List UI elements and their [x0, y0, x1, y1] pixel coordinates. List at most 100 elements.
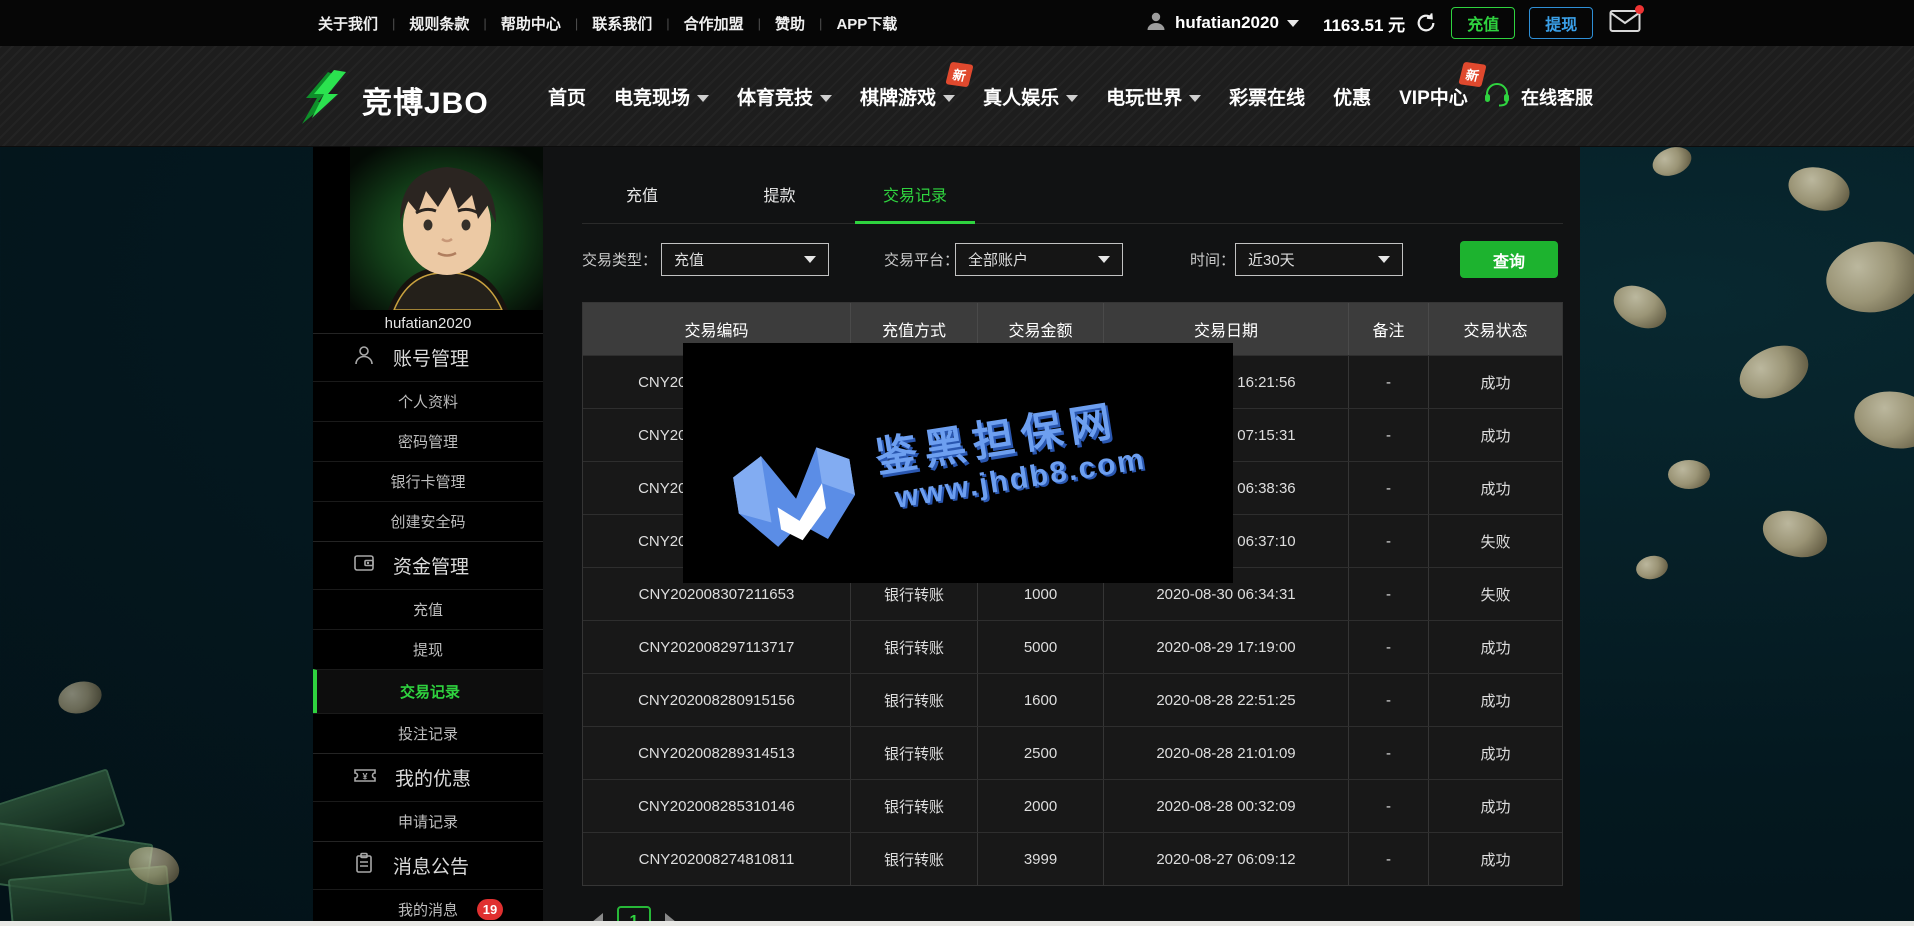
nav-item-0[interactable]: 首页 [548, 83, 586, 110]
sidebar: hufatian2020 账号管理 个人资料 密码管理 银行卡管理 创建安全码 … [313, 147, 543, 926]
tab-bar: 充值提款交易记录 [582, 177, 1563, 224]
table-cell: - [1349, 833, 1429, 885]
topbar-link-1[interactable]: 规则条款 [409, 13, 469, 34]
coin-decor [1606, 277, 1673, 337]
chevron-down-icon [1189, 95, 1201, 102]
user-icon [1145, 10, 1167, 37]
topbar-link-0[interactable]: 关于我们 [318, 13, 378, 34]
table-cell: 1600 [978, 674, 1104, 726]
sidebar-item[interactable]: 银行卡管理 [313, 461, 543, 501]
clipboard-icon [353, 858, 375, 879]
table-cell: - [1349, 674, 1429, 726]
sidebar-section-header[interactable]: 账号管理 [313, 333, 543, 381]
sidebar-section-header[interactable]: 消息公告 [313, 841, 543, 889]
nav-item-1[interactable]: 电竞现场 [614, 83, 709, 110]
username: hufatian2020 [1175, 13, 1279, 33]
sidebar-item[interactable]: 密码管理 [313, 421, 543, 461]
online-service[interactable]: 在线客服 [1483, 46, 1593, 147]
nav-item-3[interactable]: 新 棋牌游戏 [860, 83, 955, 110]
sidebar-item[interactable]: 创建安全码 [313, 501, 543, 541]
table-cell: 成功 [1429, 356, 1562, 408]
nav-item-4[interactable]: 真人娱乐 [983, 83, 1078, 110]
column-header: 交易状态 [1429, 303, 1562, 355]
message-count-badge: 19 [477, 899, 503, 920]
table-row: CNY202008297113717银行转账50002020-08-29 17:… [583, 620, 1562, 673]
bottom-strip [0, 921, 1914, 926]
balance: 1163.51 元 [1323, 11, 1405, 36]
table-cell: 银行转账 [851, 674, 978, 726]
brand-text: 竞博JBO [362, 78, 489, 122]
sidebar-item[interactable]: 交易记录 [313, 669, 543, 713]
table-cell: - [1349, 356, 1429, 408]
table-cell: - [1349, 462, 1429, 514]
nav-item-5[interactable]: 电玩世界 [1106, 83, 1201, 110]
tab-2[interactable]: 交易记录 [855, 177, 975, 224]
table-cell: CNY202008280915156 [583, 674, 851, 726]
platform-select[interactable]: 全部账户 [955, 243, 1123, 276]
table-cell: 成功 [1429, 409, 1562, 461]
filter-bar: 交易类型： 充值 交易平台： 全部账户 时间： 近30天 查询 [582, 224, 1563, 294]
table-cell: 2500 [978, 727, 1104, 779]
table-cell: CNY202008297113717 [583, 621, 851, 673]
separator: | [819, 16, 822, 31]
table-cell: CNY202008285310146 [583, 780, 851, 832]
nav-item-8[interactable]: 新 VIP中心 [1399, 83, 1468, 110]
mail-icon[interactable] [1609, 9, 1641, 38]
type-select[interactable]: 充值 [661, 243, 829, 276]
jbo-logo-icon [300, 68, 352, 131]
withdraw-button[interactable]: 提现 [1529, 7, 1593, 39]
topbar-link-2[interactable]: 帮助中心 [501, 13, 561, 34]
nav-item-2[interactable]: 体育竞技 [737, 83, 832, 110]
table-cell: - [1349, 409, 1429, 461]
avatar [350, 147, 543, 310]
topbar-link-3[interactable]: 联系我们 [592, 13, 652, 34]
nav-menu: 首页 电竞现场 体育竞技 新 棋牌游戏 真人娱乐 电玩世界 彩票在线 优惠 新 … [548, 46, 1468, 147]
ticket-icon: ¥ [353, 770, 377, 791]
coin-decor [55, 677, 106, 718]
topbar-link-4[interactable]: 合作加盟 [684, 13, 744, 34]
table-cell: 2020-08-28 00:32:09 [1104, 780, 1349, 832]
separator: | [483, 16, 486, 31]
user-menu[interactable]: hufatian2020 [1145, 10, 1299, 37]
sidebar-item[interactable]: 充值 [313, 589, 543, 629]
sidebar-section-header[interactable]: ¥ 我的优惠 [313, 753, 543, 801]
table-cell: - [1349, 621, 1429, 673]
search-button[interactable]: 查询 [1460, 241, 1558, 278]
nav-item-6[interactable]: 彩票在线 [1229, 83, 1305, 110]
table-cell: 2000 [978, 780, 1104, 832]
topbar: 关于我们|规则条款|帮助中心|联系我们|合作加盟|赞助|APP下载 hufati… [0, 0, 1914, 46]
chevron-down-icon [943, 95, 955, 102]
watermark-logo-icon [714, 408, 875, 573]
table-cell: 银行转账 [851, 727, 978, 779]
coin-decor [1649, 142, 1696, 181]
brand-logo[interactable]: 竞博JBO [300, 68, 489, 131]
chevron-down-icon [820, 95, 832, 102]
chevron-down-icon [1287, 20, 1299, 27]
table-cell: 银行转账 [851, 621, 978, 673]
svg-text:¥: ¥ [362, 771, 367, 781]
table-cell: - [1349, 780, 1429, 832]
nav-item-7[interactable]: 优惠 [1333, 83, 1371, 110]
topbar-link-5[interactable]: 赞助 [775, 13, 805, 34]
refresh-icon[interactable] [1415, 12, 1437, 34]
tab-0[interactable]: 充值 [582, 177, 702, 224]
table-cell: 成功 [1429, 621, 1562, 673]
tab-1[interactable]: 提款 [712, 177, 847, 224]
chevron-down-icon [804, 256, 816, 263]
coin-decor [1850, 385, 1914, 454]
table-row: CNY202008274810811银行转账39992020-08-27 06:… [583, 832, 1562, 885]
recharge-button[interactable]: 充值 [1451, 7, 1515, 39]
sidebar-item[interactable]: 提现 [313, 629, 543, 669]
table-cell: 2020-08-27 06:09:12 [1104, 833, 1349, 885]
sidebar-item[interactable]: 申请记录 [313, 801, 543, 841]
coin-decor [1784, 161, 1854, 217]
sidebar-section-header[interactable]: 资金管理 [313, 541, 543, 589]
table-cell: 2020-08-28 21:01:09 [1104, 727, 1349, 779]
table-cell: 成功 [1429, 727, 1562, 779]
table-row: CNY202008280915156银行转账16002020-08-28 22:… [583, 673, 1562, 726]
topbar-link-6[interactable]: APP下载 [836, 13, 897, 34]
sidebar-item[interactable]: 个人资料 [313, 381, 543, 421]
sidebar-item[interactable]: 投注记录 [313, 713, 543, 753]
time-select[interactable]: 近30天 [1235, 243, 1403, 276]
sidebar-menu: 账号管理 个人资料 密码管理 银行卡管理 创建安全码 资金管理 充值 提现 交易… [313, 333, 543, 926]
